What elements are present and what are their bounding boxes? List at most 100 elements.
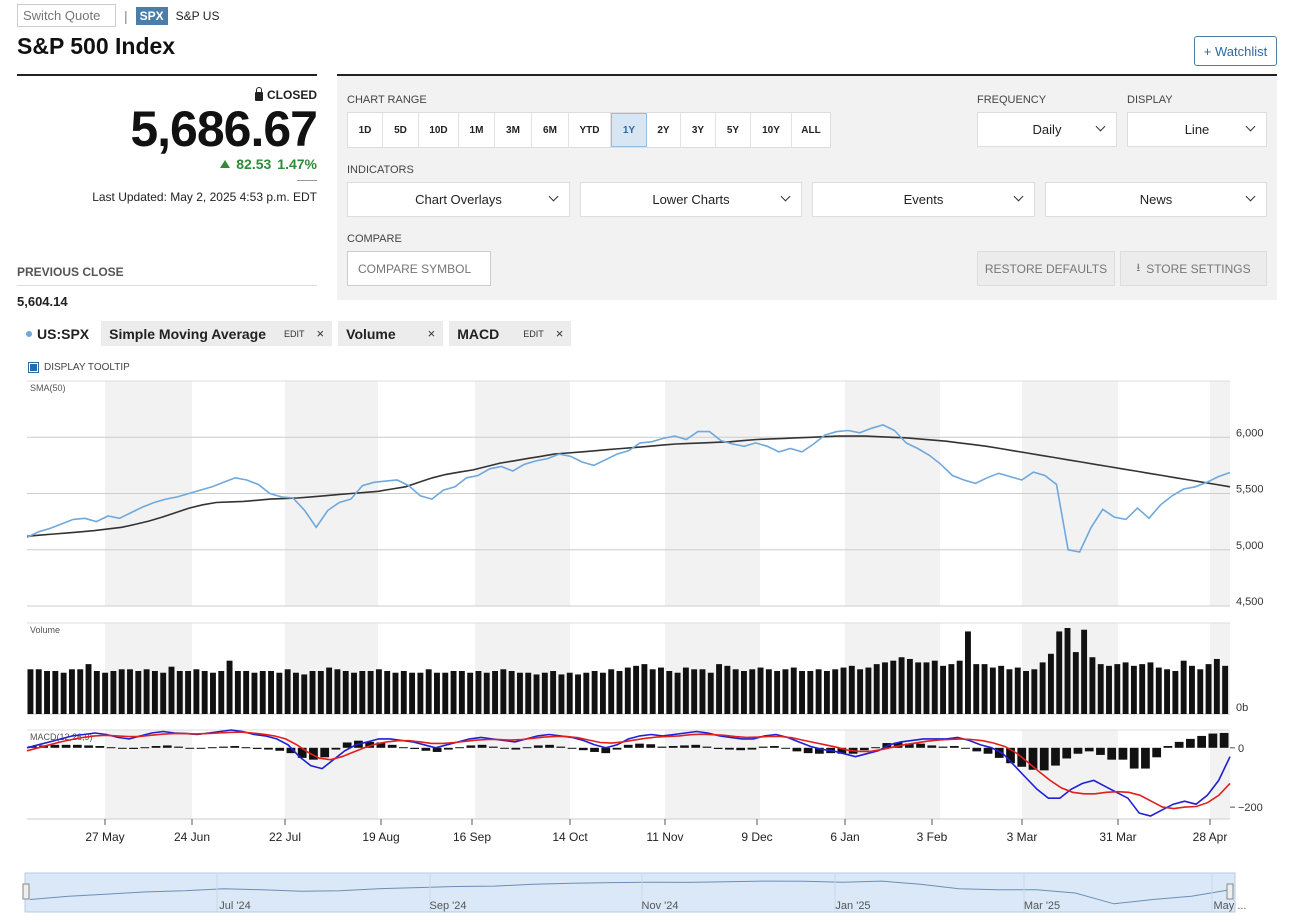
volume-bar	[541, 672, 548, 714]
navigator-label: Jan '25	[835, 900, 870, 912]
volume-bar	[707, 672, 714, 714]
volume-bar	[168, 666, 175, 714]
macd-histogram-bar	[871, 747, 880, 749]
volume-bar	[226, 660, 233, 714]
macd-histogram-bar	[219, 746, 228, 748]
volume-bar	[309, 671, 316, 714]
volume-bar	[749, 669, 756, 714]
macd-histogram-bar	[1197, 735, 1207, 748]
navigator-handle-left[interactable]	[22, 883, 30, 900]
macd-histogram-bar	[95, 746, 105, 748]
x-tick-label: 14 Oct	[552, 830, 588, 844]
macd-histogram-bar	[972, 747, 982, 752]
volume-bar	[467, 672, 474, 714]
macd-histogram-bar	[725, 747, 734, 750]
volume-bar	[1130, 665, 1137, 714]
volume-bar	[882, 662, 888, 714]
navigator-handle-right[interactable]	[1226, 883, 1234, 900]
macd-histogram-bar	[252, 747, 262, 749]
macd-histogram-bar	[241, 747, 251, 749]
x-tick-label: 6 Jan	[830, 830, 859, 844]
macd-histogram-bar	[747, 747, 757, 750]
volume-bar	[85, 664, 92, 714]
volume-bar	[1039, 662, 1046, 714]
volume-bar	[915, 662, 922, 714]
volume-bar	[60, 672, 67, 714]
volume-bar	[68, 669, 75, 714]
navigator-label: May ...	[1213, 900, 1246, 912]
macd-histogram-bar	[511, 747, 521, 750]
volume-bar	[185, 671, 192, 714]
y-tick-label: 5,500	[1236, 484, 1264, 496]
macd-histogram-bar	[488, 746, 498, 748]
macd-histogram-bar	[578, 747, 588, 751]
volume-bar	[135, 671, 142, 714]
volume-bar	[367, 671, 374, 714]
macd-histogram-bar	[466, 745, 476, 748]
navigator-label: Jul '24	[219, 900, 250, 912]
x-tick-label: 24 Jun	[174, 830, 210, 844]
volume-bar	[27, 669, 34, 714]
macd-histogram-bar	[1186, 738, 1195, 748]
volume-bar	[409, 672, 416, 714]
volume-bar	[1089, 657, 1096, 714]
volume-bar	[492, 671, 499, 714]
volume-bar	[658, 667, 664, 714]
volume-bar	[193, 669, 200, 714]
navigator-label: Sep '24	[430, 900, 467, 912]
volume-bar	[201, 671, 208, 714]
navigator-label: Nov '24	[642, 900, 679, 912]
macd-histogram-bar	[1141, 747, 1150, 769]
macd-histogram-bar	[1118, 747, 1128, 760]
volume-bar	[1114, 664, 1121, 714]
volume-bar	[815, 669, 822, 714]
volume-bar	[823, 671, 830, 714]
macd-histogram-bar	[174, 746, 183, 748]
volume-bar	[906, 658, 913, 714]
macd-histogram-bar	[1039, 747, 1049, 771]
y-tick-label: −200	[1238, 802, 1263, 814]
macd-histogram-bar	[185, 747, 195, 749]
time-band	[475, 730, 570, 819]
volume-bar	[1072, 652, 1079, 714]
volume-bar	[143, 669, 150, 714]
volume-bar	[35, 669, 42, 714]
volume-bar	[550, 671, 557, 714]
volume-bar	[234, 671, 241, 714]
volume-bar	[865, 667, 872, 714]
volume-bar	[1155, 667, 1162, 714]
volume-bar	[757, 667, 764, 714]
macd-histogram-bar	[713, 747, 723, 749]
macd-histogram-bar	[443, 747, 453, 750]
macd-histogram-bar	[522, 747, 532, 749]
volume-bar	[774, 671, 781, 714]
volume-bar	[989, 667, 996, 714]
volume-bar	[243, 671, 250, 714]
macd-histogram-bar	[275, 747, 285, 751]
volume-bar	[807, 671, 814, 714]
volume-bar	[699, 669, 706, 714]
macd-histogram-bar	[691, 744, 701, 748]
macd-histogram-bar	[792, 747, 802, 752]
volume-bar	[566, 672, 573, 714]
macd-histogram-bar	[770, 746, 779, 748]
macd-histogram-bar	[657, 746, 667, 748]
volume-bar	[1222, 665, 1229, 714]
volume-bar	[359, 671, 366, 714]
macd-histogram-bar	[736, 747, 746, 751]
y-tick-label: 6,000	[1236, 427, 1264, 439]
volume-bar	[666, 671, 673, 714]
volume-bar	[857, 669, 864, 714]
macd-histogram-bar	[680, 745, 689, 748]
x-tick-label: 16 Sep	[453, 830, 491, 844]
y-tick-label: 4,500	[1236, 596, 1264, 608]
stock-chart[interactable]: 6,0005,5005,0004,500SMA(50)Volume0bMACD(…	[0, 0, 1295, 922]
macd-histogram-bar	[207, 747, 217, 749]
volume-bar	[384, 671, 391, 714]
volume-bar	[118, 669, 125, 714]
volume-bar	[873, 664, 880, 714]
volume-bar	[724, 665, 731, 714]
macd-histogram-bar	[803, 747, 813, 754]
volume-bar	[1213, 658, 1220, 714]
volume-bar	[641, 664, 648, 714]
